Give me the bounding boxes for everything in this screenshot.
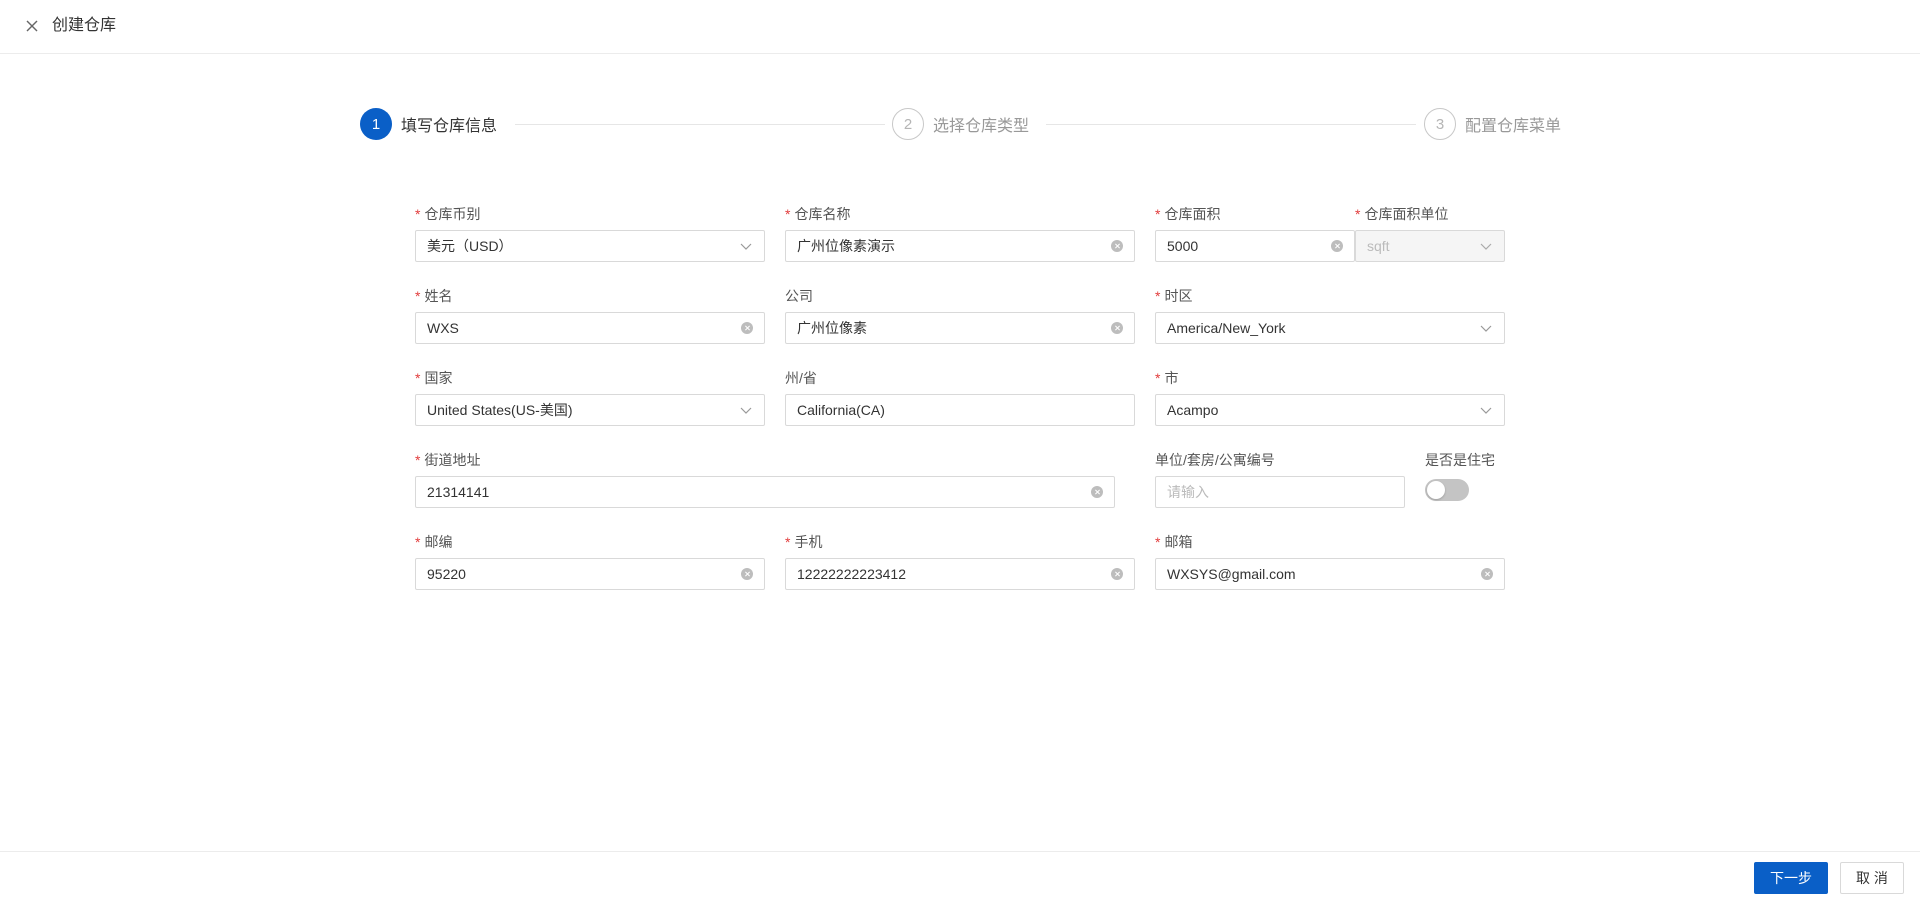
currency-select[interactable]: 美元（USD） [415,230,765,262]
clear-icon[interactable] [741,568,753,580]
step-label: 填写仓库信息 [401,118,498,135]
field-label: 是否是住宅 [1425,452,1495,468]
street-input[interactable]: 21314141 [415,476,1115,508]
step-connector [515,124,885,125]
close-icon[interactable] [22,16,42,36]
field-label: 仓库面积 [1164,206,1221,222]
chevron-down-icon [1480,243,1492,250]
page-footer: 下一步 取 消 [0,851,1920,905]
company-input[interactable]: 广州位像素 [785,312,1135,344]
clear-icon[interactable] [741,322,753,334]
step-number: 2 [892,108,924,140]
residential-toggle[interactable] [1425,479,1469,501]
page-title: 创建仓库 [52,17,117,34]
step-label: 配置仓库菜单 [1465,118,1562,135]
step-2: 2 选择仓库类型 [892,108,1029,140]
chevron-down-icon [1480,325,1492,332]
area-unit-select[interactable]: sqft [1355,230,1505,262]
clear-icon[interactable] [1481,568,1493,580]
step-number: 3 [1424,108,1456,140]
field-label: 邮编 [424,534,453,550]
step-1: 1 填写仓库信息 [360,108,497,140]
clear-icon[interactable] [1091,486,1103,498]
country-select[interactable]: United States(US-美国) [415,394,765,426]
clear-icon[interactable] [1331,240,1343,252]
step-label: 选择仓库类型 [933,118,1030,135]
chevron-down-icon [740,243,752,250]
phone-input[interactable]: 12222222223412 [785,558,1135,590]
state-input[interactable]: California(CA) [785,394,1135,426]
toggle-knob [1427,481,1445,499]
step-3: 3 配置仓库菜单 [1424,108,1561,140]
next-step-button[interactable]: 下一步 [1754,862,1828,894]
field-label: 时区 [1164,288,1193,304]
field-label: 市 [1164,370,1179,386]
zipcode-input[interactable]: 95220 [415,558,765,590]
field-label: 公司 [785,288,813,304]
field-label: 邮箱 [1164,534,1193,550]
timezone-select[interactable]: America/New_York [1155,312,1505,344]
unit-input[interactable]: 请输入 [1155,476,1405,508]
step-number: 1 [360,108,392,140]
field-label: 姓名 [424,288,453,304]
chevron-down-icon [1480,407,1492,414]
warehouse-name-input[interactable]: 广州位像素演示 [785,230,1135,262]
field-label: 手机 [794,534,823,550]
clear-icon[interactable] [1111,240,1123,252]
clear-icon[interactable] [1111,568,1123,580]
page-header: 创建仓库 [0,0,1920,54]
cancel-button[interactable]: 取 消 [1840,862,1904,894]
chevron-down-icon [740,407,752,414]
field-label: 国家 [424,370,453,386]
field-label: 仓库币别 [424,206,481,222]
field-label: 仓库名称 [794,206,851,222]
city-select[interactable]: Acampo [1155,394,1505,426]
field-label: 街道地址 [424,452,481,468]
area-input[interactable]: 5000 [1155,230,1355,262]
field-label: 州/省 [785,370,817,386]
steps-indicator: 1 填写仓库信息 2 选择仓库类型 3 配置仓库菜单 [360,108,1561,140]
field-label: 单位/套房/公寓编号 [1155,452,1275,468]
clear-icon[interactable] [1111,322,1123,334]
step-connector [1046,124,1416,125]
field-label: 仓库面积单位 [1364,206,1449,222]
name-input[interactable]: WXS [415,312,765,344]
email-input[interactable]: WXSYS@gmail.com [1155,558,1505,590]
